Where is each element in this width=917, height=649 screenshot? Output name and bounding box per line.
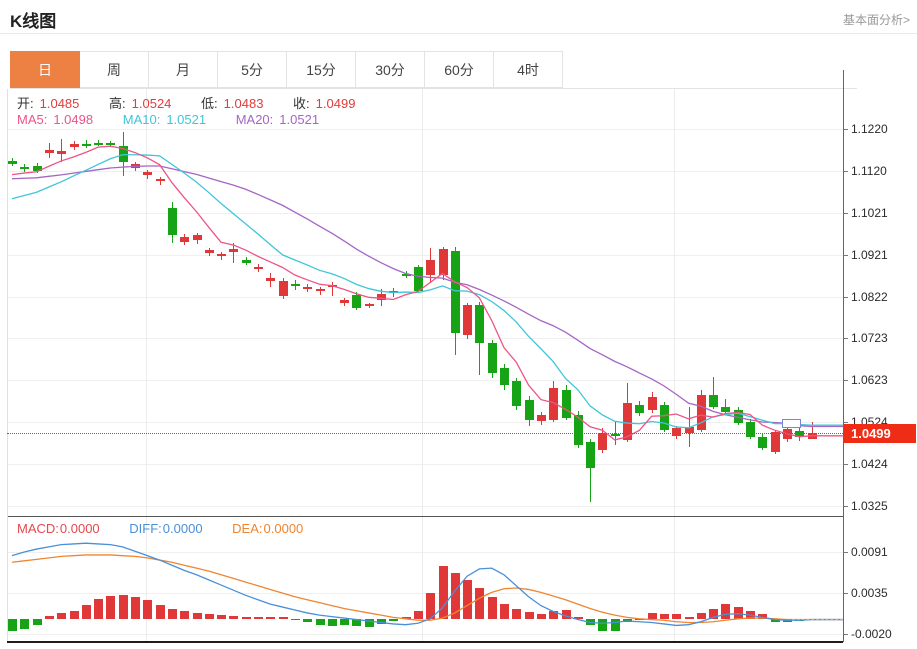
y-tick — [843, 297, 848, 298]
y-tick-label: 1.0424 — [851, 457, 888, 471]
kline-page: K线图 基本面分析> 日周月5分15分30分60分4时 开: 1.0485 高: 1… — [0, 0, 917, 649]
close-label: 收: — [293, 96, 310, 111]
y-tick — [843, 464, 848, 465]
tab-日[interactable]: 日 — [10, 51, 80, 88]
ma5-label: MA5: — [17, 112, 47, 127]
chart-left-border — [7, 89, 8, 641]
ma20-line — [12, 166, 843, 427]
tab-周[interactable]: 周 — [79, 51, 149, 88]
panel-separator — [7, 516, 843, 517]
macd-y-tick-label: 0.0091 — [851, 545, 888, 559]
ma20-value: 1.0521 — [279, 112, 319, 127]
macd-y-tick-label: -0.0020 — [851, 627, 892, 641]
y-axis-gutter: 1.0499 1.1220 1.1120 1.1021 1.0921 1.0822 1.0… — [843, 89, 917, 642]
dea-label: DEA: — [232, 521, 262, 536]
y-tick-label: 1.0623 — [851, 373, 888, 387]
y-tick-label: 1.0921 — [851, 248, 888, 262]
dea-value: 0.0000 — [264, 521, 304, 536]
header-divider — [0, 33, 917, 34]
ohlc-legend: 开: 1.0485 高: 1.0524 低: 1.0483 收: 1.0499 — [17, 93, 361, 112]
macd-y-tick-label: 0.0035 — [851, 586, 888, 600]
y-tick-label: 1.0822 — [851, 290, 888, 304]
ma10-label: MA10: — [123, 112, 161, 127]
open-value: 1.0485 — [40, 96, 80, 111]
current-candle-marker — [782, 419, 801, 428]
last-price-badge: 1.0499 — [844, 424, 916, 443]
macd-y-tick — [843, 634, 848, 635]
ma10-value: 1.0521 — [166, 112, 206, 127]
macd-panel[interactable]: MACD:0.0000 DIFF:0.0000 DEA:0.0000 — [7, 517, 843, 641]
page-title: K线图 — [10, 7, 56, 32]
main-chart-panel[interactable]: 开: 1.0485 高: 1.0524 低: 1.0483 收: 1.0499 MA5:… — [7, 89, 843, 516]
low-value: 1.0483 — [224, 96, 264, 111]
zero-dashed-line — [792, 619, 843, 620]
close-value: 1.0499 — [316, 96, 356, 111]
tab-月[interactable]: 月 — [148, 51, 218, 88]
low-label: 低: — [201, 96, 218, 111]
macd-value: 0.0000 — [60, 521, 100, 536]
y-tick — [843, 506, 848, 507]
period-tabbar: 日周月5分15分30分60分4时 — [10, 51, 563, 88]
macd-label: MACD: — [17, 521, 59, 536]
ma5-line — [12, 146, 843, 440]
diff-value: 0.0000 — [163, 521, 203, 536]
chart-bottom-border — [7, 641, 843, 643]
open-label: 开: — [17, 96, 34, 111]
y-tick — [843, 255, 848, 256]
y-tick-label: 1.0325 — [851, 499, 888, 513]
diff-label: DIFF: — [129, 521, 162, 536]
ma10-line — [12, 155, 843, 428]
y-tick-label: 1.1021 — [851, 206, 888, 220]
y-tick — [843, 129, 848, 130]
macd-y-tick — [843, 593, 848, 594]
y-tick — [843, 171, 848, 172]
ma-legend: MA5: 1.0498 MA10: 1.0521 MA20: 1.0521 — [17, 112, 325, 127]
tab-4时[interactable]: 4时 — [493, 51, 563, 88]
y-tick-label: 1.1120 — [851, 164, 887, 178]
tab-60分[interactable]: 60分 — [424, 51, 494, 88]
y-tick — [843, 338, 848, 339]
ma20-label: MA20: — [236, 112, 274, 127]
high-value: 1.0524 — [132, 96, 172, 111]
y-tick — [843, 380, 848, 381]
diff-line — [12, 543, 843, 625]
tab-30分[interactable]: 30分 — [355, 51, 425, 88]
y-tick-label: 1.1220 — [851, 122, 888, 136]
ma-lines-svg — [7, 89, 843, 516]
tab-5分[interactable]: 5分 — [217, 51, 287, 88]
last-price-line — [7, 433, 843, 434]
y-tick — [843, 213, 848, 214]
y-tick-label: 1.0723 — [851, 331, 888, 345]
macd-y-tick — [843, 552, 848, 553]
dea-line — [12, 555, 843, 623]
ma5-value: 1.0498 — [53, 112, 93, 127]
high-label: 高: — [109, 96, 126, 111]
tab-15分[interactable]: 15分 — [286, 51, 356, 88]
fundamental-analysis-link[interactable]: 基本面分析> — [843, 11, 910, 28]
macd-legend: MACD:0.0000 DIFF:0.0000 DEA:0.0000 — [17, 521, 309, 536]
